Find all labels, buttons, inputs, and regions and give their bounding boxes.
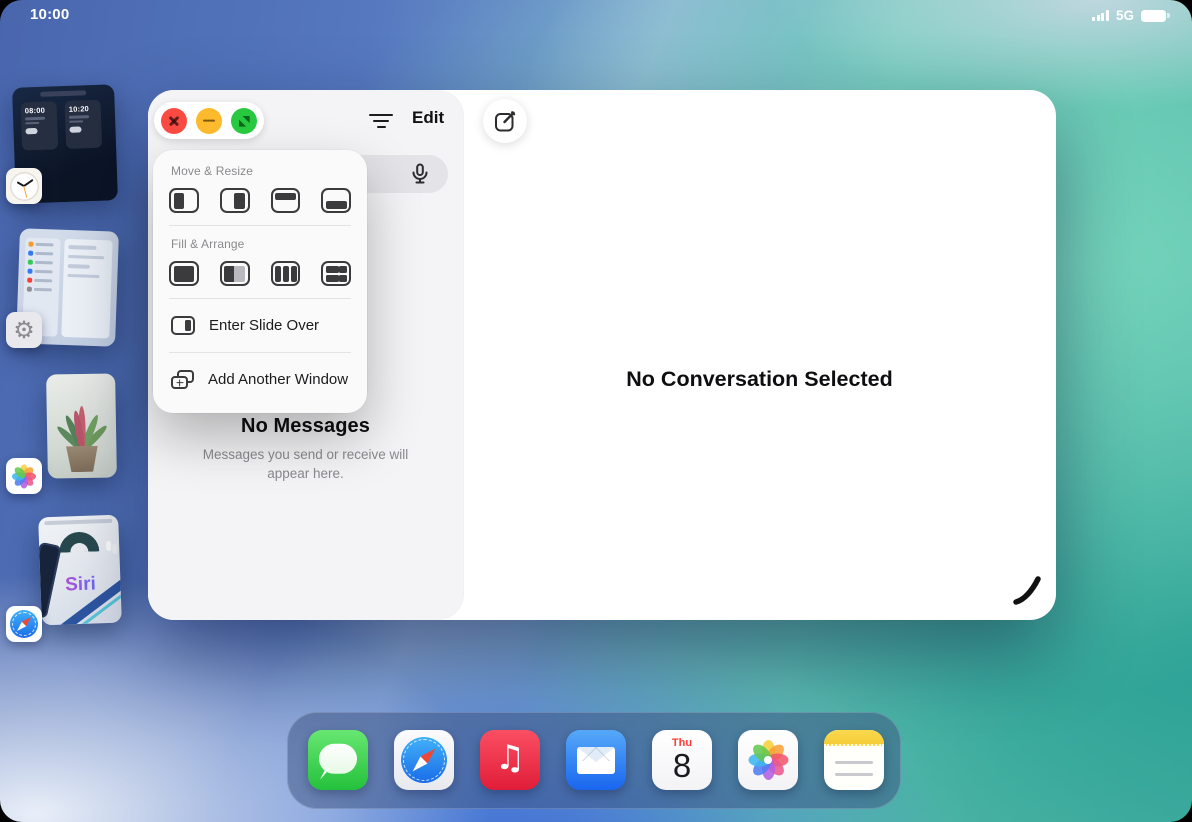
page-airpods-graphic xyxy=(106,541,111,551)
section-label: Move & Resize xyxy=(171,164,367,178)
dock-app-safari[interactable] xyxy=(394,730,454,790)
notes-header xyxy=(824,730,884,746)
compose-button[interactable] xyxy=(483,99,527,143)
network-type-label: 5G xyxy=(1116,8,1134,23)
close-icon[interactable] xyxy=(161,108,187,134)
messages-window: Edit No Messages Messages you send or re… xyxy=(148,90,1056,620)
menu-item-add-another-window[interactable]: Add Another Window xyxy=(153,364,367,406)
dock-app-messages[interactable] xyxy=(308,730,368,790)
page-graphic xyxy=(59,531,100,552)
arrange-fill-screen[interactable] xyxy=(169,261,199,286)
add-window-icon xyxy=(171,370,194,389)
status-bar: 10:00 5G xyxy=(0,0,1192,28)
photos-flower-icon xyxy=(746,738,790,782)
move-resize-bottom-half[interactable] xyxy=(321,188,351,213)
chat-bubble-icon xyxy=(319,744,357,774)
edit-button[interactable]: Edit xyxy=(412,108,444,128)
music-note-icon: ♫ xyxy=(495,741,525,775)
minimize-icon[interactable] xyxy=(196,108,222,134)
battery-icon xyxy=(1141,10,1166,22)
signal-bars-icon xyxy=(1092,10,1109,21)
empty-subtitle: Messages you send or receive will appear… xyxy=(185,446,427,484)
alarm-widget: 08:00 xyxy=(21,101,59,150)
filter-icon[interactable] xyxy=(363,108,399,134)
window-controls-menu: Move & Resize Fill & Arrange xyxy=(153,150,367,413)
section-label: Fill & Arrange xyxy=(171,237,367,251)
conversations-sidebar: Edit No Messages Messages you send or re… xyxy=(148,90,463,620)
window-controls xyxy=(154,102,264,139)
no-conversation-label: No Conversation Selected xyxy=(463,367,1056,392)
dock: ♫ Thu 8 xyxy=(287,712,901,809)
gear-icon[interactable]: ⚙ xyxy=(6,312,42,348)
dock-app-calendar[interactable]: Thu 8 xyxy=(652,730,712,790)
safari-compass-icon[interactable] xyxy=(6,606,42,642)
alarm-time: 10:20 xyxy=(69,104,97,114)
calendar-day: 8 xyxy=(652,749,712,783)
compose-icon xyxy=(492,108,518,134)
clock-icon[interactable] xyxy=(6,168,42,204)
plant-pot xyxy=(64,446,100,473)
empty-title: No Messages xyxy=(148,415,463,438)
dock-app-photos[interactable] xyxy=(738,730,798,790)
dock-app-notes[interactable] xyxy=(824,730,884,790)
move-resize-top-half[interactable] xyxy=(271,188,301,213)
photos-flower-icon[interactable] xyxy=(6,458,42,494)
menu-item-enter-slide-over[interactable]: Enter Slide Over xyxy=(153,310,367,352)
move-resize-right-half[interactable] xyxy=(220,188,250,213)
ipad-screen: 10:00 5G 08:00 10:20 xyxy=(0,0,1192,822)
arrange-three-columns[interactable] xyxy=(271,261,301,286)
fullscreen-icon[interactable] xyxy=(231,108,257,134)
status-time: 10:00 xyxy=(30,6,69,23)
safari-toolbar xyxy=(44,519,112,525)
recent-app-safari[interactable]: Siri xyxy=(38,515,122,626)
clock-tab-bar xyxy=(40,90,86,97)
alarm-time: 08:00 xyxy=(25,105,53,115)
sidebar-empty-state: No Messages Messages you send or receive… xyxy=(148,415,463,484)
compass-icon xyxy=(401,737,447,783)
dock-app-mail[interactable] xyxy=(566,730,626,790)
move-resize-left-half[interactable] xyxy=(169,188,199,213)
corner-resize-indicator[interactable] xyxy=(1010,573,1044,610)
alarm-widget: 10:20 xyxy=(64,100,102,149)
mic-icon[interactable] xyxy=(408,162,432,191)
dock-app-music[interactable]: ♫ xyxy=(480,730,540,790)
recent-app-photos[interactable] xyxy=(46,373,117,478)
settings-detail xyxy=(61,239,112,339)
envelope-icon xyxy=(577,747,615,774)
arrange-grid[interactable] xyxy=(321,261,351,286)
slide-over-icon xyxy=(171,316,195,335)
arrange-split-left[interactable] xyxy=(220,261,250,286)
